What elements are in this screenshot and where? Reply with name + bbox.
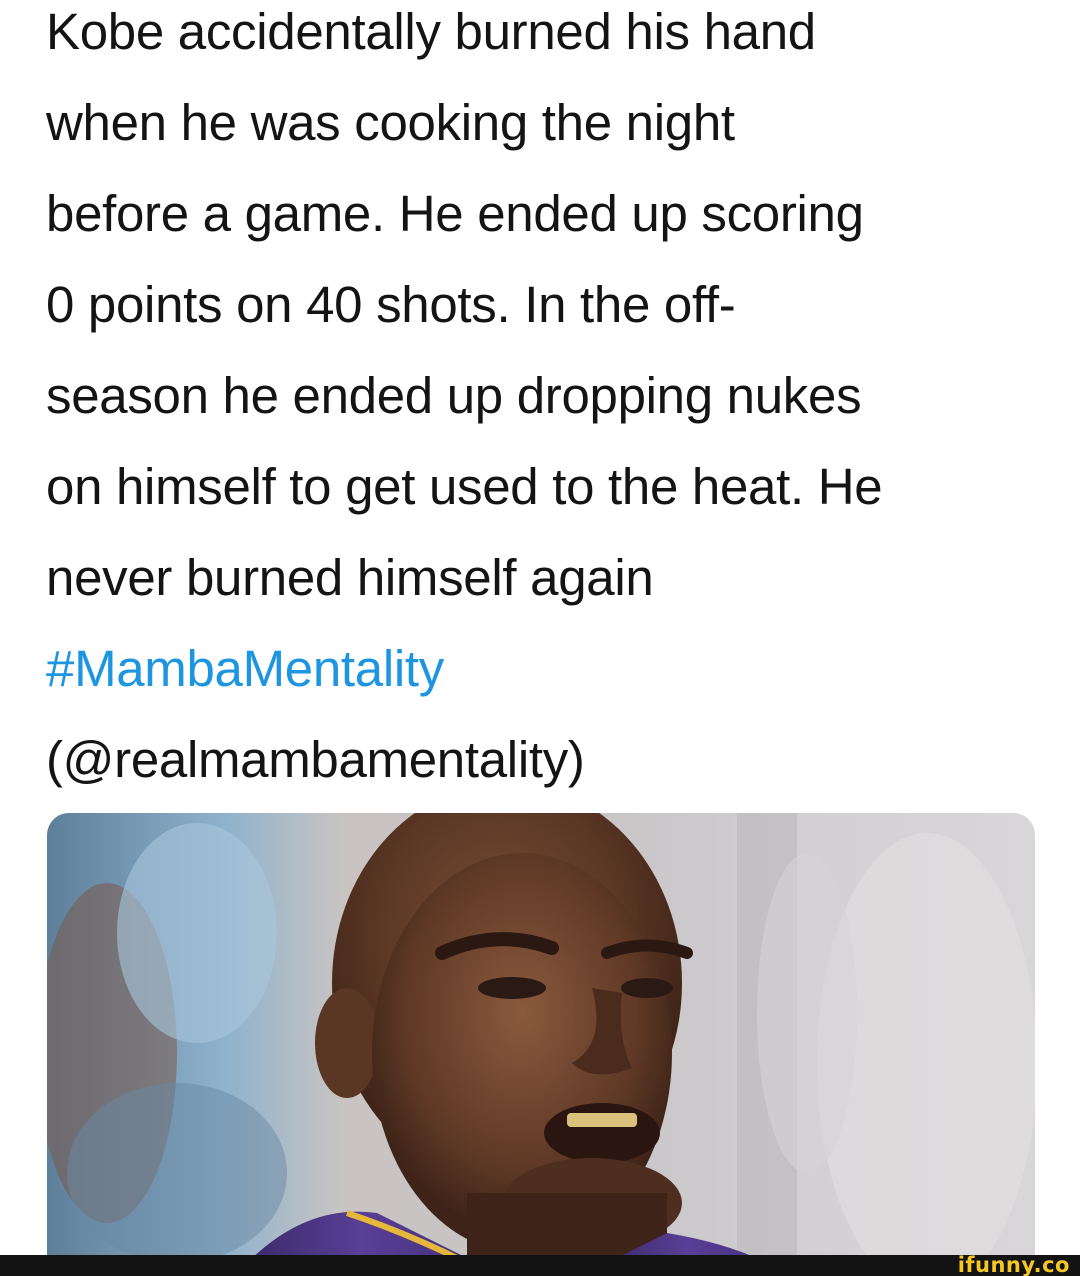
hashtag-link[interactable]: #MambaMentality <box>46 623 1056 714</box>
author-handle: (@realmambamentality) <box>46 731 585 788</box>
tweet-text-line: never burned himself again <box>46 549 654 606</box>
tweet-text-line: before a game. He ended up scoring <box>46 185 864 242</box>
tweet-text-line: when he was cooking the night <box>46 94 735 151</box>
tweet-text-line: on himself to get used to the heat. He <box>46 458 883 515</box>
ifunny-watermark: ifunny.co <box>957 1253 1070 1276</box>
tweet-body: Kobe accidentally burned his hand when h… <box>46 0 1056 805</box>
player-photo <box>47 813 1035 1263</box>
footer-bar <box>0 1255 1080 1276</box>
tweet-text-line: season he ended up dropping nukes <box>46 367 862 424</box>
tweet-media-image[interactable] <box>47 813 1035 1263</box>
tweet-text-line: 0 points on 40 shots. In the off- <box>46 276 736 333</box>
tweet-text-line: Kobe accidentally burned his hand <box>46 3 816 60</box>
